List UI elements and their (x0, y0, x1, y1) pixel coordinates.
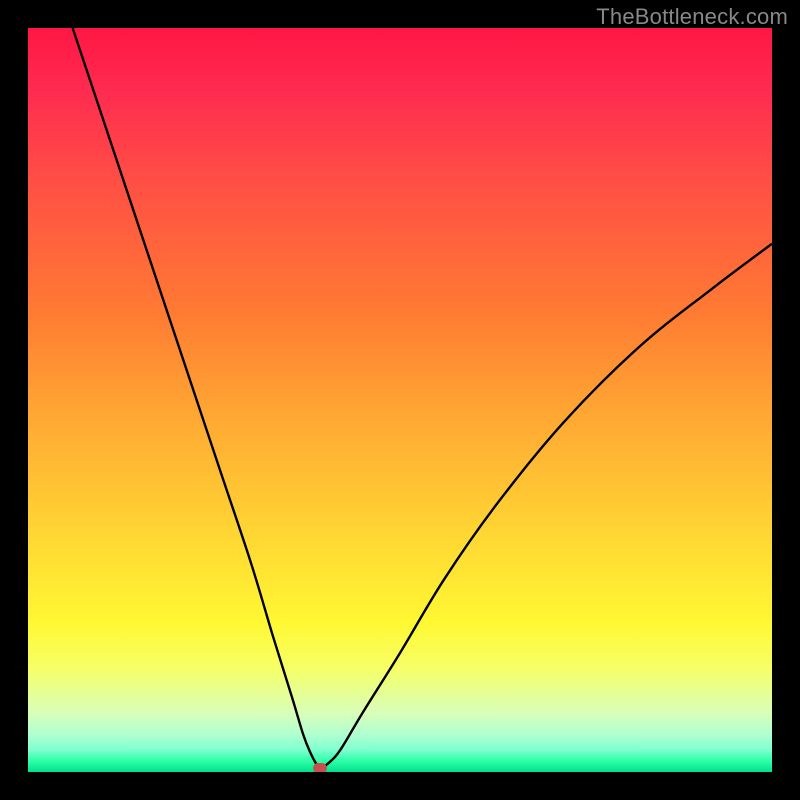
plot-area (28, 28, 772, 772)
watermark-text: TheBottleneck.com (596, 4, 788, 30)
bottleneck-curve (28, 28, 772, 772)
chart-frame: TheBottleneck.com (0, 0, 800, 800)
minimum-marker (313, 763, 327, 772)
curve-path (73, 28, 772, 768)
